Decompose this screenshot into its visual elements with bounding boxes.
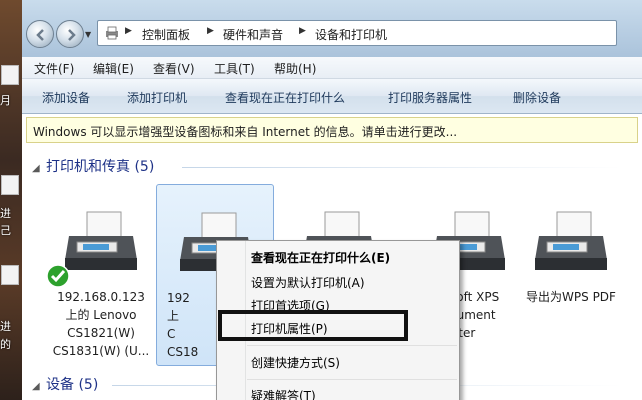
forward-arrow-icon [68, 29, 76, 41]
desktop-file-icon[interactable] [1, 175, 19, 195]
command-toolbar: 添加设备 添加打印机 查看现在正在打印什么 打印服务器属性 删除设备 [22, 79, 642, 114]
menu-view[interactable]: 查看(V) [153, 60, 195, 77]
group-divider [182, 167, 622, 168]
default-printer-check-icon [46, 264, 70, 288]
print-server-properties-button[interactable]: 打印服务器属性 [388, 89, 472, 106]
breadcrumb-chevron-icon[interactable]: ▶ [207, 26, 214, 36]
printer-label: 192.168.0.123 上的 Lenovo CS1821(W) CS1831… [52, 290, 150, 358]
desktop-label: 的 [0, 338, 11, 351]
menu-bar: 文件(F) 编辑(E) 查看(V) 工具(T) 帮助(H) [22, 57, 642, 79]
desktop-label: 进 [0, 320, 11, 333]
remove-device-button[interactable]: 删除设备 [513, 89, 561, 106]
printer-icon [535, 211, 607, 270]
devices-group-title: 设备 [46, 377, 74, 393]
desktop-label: 进 [0, 207, 11, 220]
desktop-file-icon[interactable] [1, 65, 19, 85]
desktop-file-icon[interactable] [1, 265, 19, 285]
menu-tools[interactable]: 工具(T) [214, 60, 255, 77]
breadcrumb-hardware-sound[interactable]: 硬件和声音 [223, 26, 283, 43]
printer-folder-icon [106, 26, 118, 40]
menu-separator [247, 379, 457, 380]
devices-and-printers-window: ▼ ▶ 控制面板 ▶ 硬件和声音 ▶ 设备和打印机 文件(F) 编辑(E) 查看… [22, 0, 642, 400]
printer-lenovo-network[interactable]: 192.168.0.123 上的 Lenovo CS1821(W) CS1831… [42, 184, 160, 366]
breadcrumb-chevron-icon[interactable]: ▶ [299, 26, 306, 36]
info-bar[interactable]: Windows 可以显示增强型设备图标和来自 Internet 的信息。请单击进… [26, 117, 638, 143]
add-printer-button[interactable]: 添加打印机 [127, 89, 187, 106]
menu-create-shortcut[interactable]: 创建快捷方式(S) [251, 354, 340, 371]
breadcrumb-chevron-icon[interactable]: ▶ [125, 26, 132, 36]
collapse-arrow-icon[interactable]: ◢ [32, 163, 46, 174]
menu-file[interactable]: 文件(F) [34, 60, 74, 77]
back-button[interactable] [26, 20, 54, 48]
info-bar-text: Windows 可以显示增强型设备图标和来自 Internet 的信息。请单击进… [33, 125, 458, 139]
desktop-strip: 月 进 己 进 的 [0, 0, 22, 400]
desktop-label: 月 [0, 94, 11, 107]
menu-edit[interactable]: 编辑(E) [93, 60, 134, 77]
printers-group-title: 打印机和传真 [46, 159, 130, 175]
breadcrumb-devices-printers[interactable]: 设备和打印机 [315, 26, 387, 43]
printers-group-header[interactable]: ◢ 打印机和传真 (5) [32, 156, 154, 176]
printer-context-menu: 查看现在正在打印什么(E) 设置为默认打印机(A) 打印首选项(G) 打印机属性… [216, 240, 460, 400]
printer-label: 导出为WPS PDF [526, 290, 616, 304]
forward-button[interactable] [56, 20, 84, 48]
menu-set-default-printer[interactable]: 设置为默认打印机(A) [251, 274, 365, 291]
history-dropdown-icon[interactable]: ▼ [85, 30, 91, 39]
printer-icon [65, 211, 137, 270]
annotation-highlight-box [218, 310, 408, 341]
devices-group-header[interactable]: ◢ 设备 (5) [32, 374, 98, 394]
address-field[interactable]: ▶ 控制面板 ▶ 硬件和声音 ▶ 设备和打印机 [97, 20, 617, 46]
add-device-button[interactable]: 添加设备 [42, 89, 90, 106]
collapse-arrow-icon[interactable]: ◢ [32, 381, 46, 392]
menu-troubleshoot[interactable]: 疑难解答(T) [251, 387, 316, 400]
see-whats-printing-button[interactable]: 查看现在正在打印什么 [225, 89, 345, 106]
desktop-label: 己 [0, 224, 11, 237]
printers-group-count: (5) [134, 159, 155, 175]
menu-separator [247, 345, 457, 346]
breadcrumb-control-panel[interactable]: 控制面板 [142, 26, 190, 43]
printer-wps-pdf[interactable]: 导出为WPS PDF [512, 184, 630, 366]
back-arrow-icon [36, 29, 44, 41]
devices-group-count: (5) [78, 377, 99, 393]
menu-see-whats-printing[interactable]: 查看现在正在打印什么(E) [251, 249, 390, 266]
menu-help[interactable]: 帮助(H) [274, 60, 316, 77]
address-bar-area: ▼ ▶ 控制面板 ▶ 硬件和声音 ▶ 设备和打印机 [22, 0, 642, 60]
